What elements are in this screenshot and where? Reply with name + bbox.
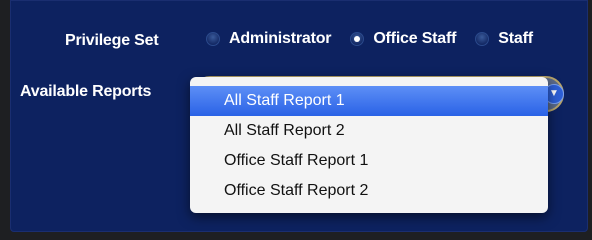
menu-item-office-staff-report-2[interactable]: Office Staff Report 2	[190, 176, 548, 206]
radio-option-staff[interactable]: Staff	[475, 30, 533, 48]
available-reports-dropdown-menu: All Staff Report 1 All Staff Report 2 Of…	[190, 77, 548, 213]
menu-item-office-staff-report-1[interactable]: Office Staff Report 1	[190, 146, 548, 176]
radio-label-staff: Staff	[498, 30, 533, 47]
radio-button-office-staff[interactable]	[350, 32, 365, 46]
privilege-set-radio-group: Administrator Office Staff Staff	[206, 30, 552, 48]
radio-button-administrator[interactable]	[206, 32, 220, 46]
menu-item-all-staff-report-2[interactable]: All Staff Report 2	[190, 116, 548, 146]
radio-option-administrator[interactable]: Administrator	[206, 30, 332, 48]
radio-label-administrator: Administrator	[229, 30, 332, 47]
radio-option-office-staff[interactable]: Office Staff	[350, 30, 456, 48]
menu-item-all-staff-report-1[interactable]: All Staff Report 1	[190, 86, 548, 116]
privilege-set-label: Privilege Set	[65, 32, 159, 49]
radio-label-office-staff: Office Staff	[373, 30, 457, 47]
settings-panel: Privilege Set Administrator Office Staff…	[10, 0, 588, 232]
radio-button-staff[interactable]	[475, 32, 490, 46]
available-reports-label: Available Reports	[20, 83, 152, 100]
